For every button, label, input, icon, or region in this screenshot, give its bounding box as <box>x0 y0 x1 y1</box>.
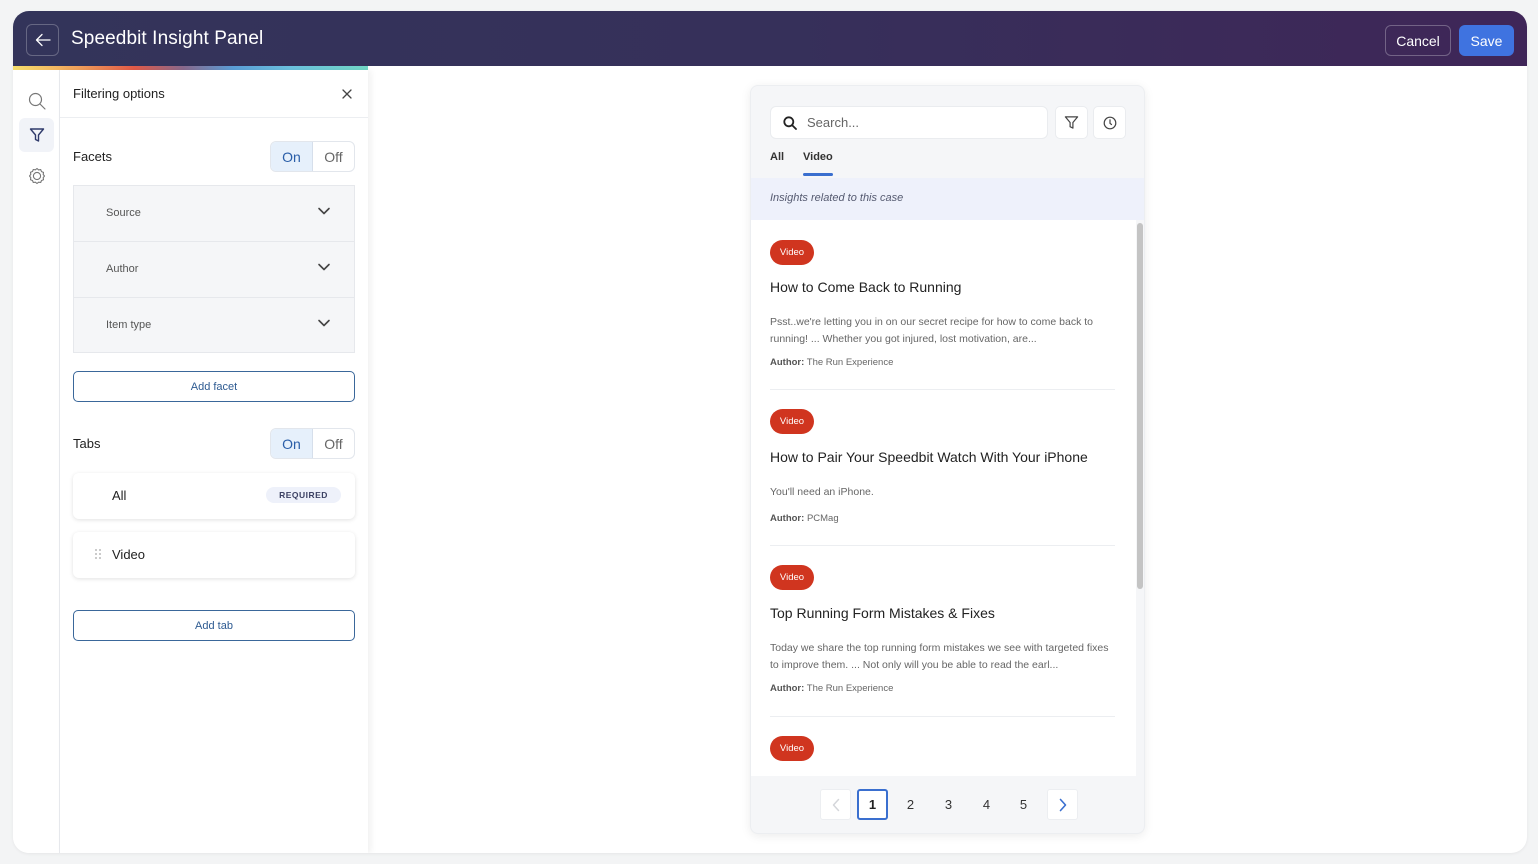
arrow-left-icon <box>35 33 51 47</box>
add-facet-button[interactable]: Add facet <box>73 371 355 402</box>
rail-search-button[interactable] <box>19 84 54 118</box>
search-icon <box>28 92 46 110</box>
tab-card-video[interactable]: Video <box>73 532 355 578</box>
clock-icon <box>1103 116 1116 129</box>
pagination: 1 2 3 4 5 <box>751 776 1144 833</box>
filter-button[interactable] <box>1055 106 1088 139</box>
result-excerpt: Psst..we're letting you in on our secret… <box>770 316 1093 345</box>
cancel-button[interactable]: Cancel <box>1385 25 1451 56</box>
side-rail <box>13 70 60 853</box>
drag-handle-icon[interactable] <box>94 548 102 560</box>
history-button[interactable] <box>1093 106 1126 139</box>
tabs-toggle-off[interactable]: Off <box>313 429 354 458</box>
tabs-toggle: On Off <box>270 428 355 459</box>
search-input[interactable] <box>807 115 1027 130</box>
result-type-badge: Video <box>770 565 814 590</box>
rail-settings-button[interactable] <box>19 159 54 193</box>
result-author: Author: The Run Experience <box>770 357 893 368</box>
previous-page-button[interactable] <box>820 789 851 820</box>
tabs-label: Tabs <box>73 436 101 451</box>
result-type-badge: Video <box>770 240 814 265</box>
gear-icon <box>28 167 45 185</box>
author-label: Author: <box>770 683 805 694</box>
insight-panel-preview: All Video Insights related to this case … <box>750 85 1145 834</box>
author-label: Author: <box>770 513 805 524</box>
facet-item-author[interactable]: Author <box>74 242 354 298</box>
author-label: Author: <box>770 357 805 368</box>
chevron-left-icon <box>832 798 839 811</box>
page-3-button[interactable]: 3 <box>933 789 964 820</box>
add-tab-button[interactable]: Add tab <box>73 610 355 641</box>
context-banner: Insights related to this case <box>751 178 1144 220</box>
result-author: Author: The Run Experience <box>770 683 893 694</box>
result-title-link[interactable]: How to Come Back to Running <box>770 279 961 295</box>
close-panel-button[interactable] <box>340 87 354 101</box>
required-badge: REQUIRED <box>266 487 341 503</box>
facet-label: Item type <box>106 319 152 331</box>
preview-tab-video[interactable]: Video <box>803 151 833 163</box>
results-list: Video How to Come Back to Running Psst..… <box>751 220 1136 776</box>
rail-filter-button[interactable] <box>19 118 54 152</box>
result-title-link[interactable]: Top Running Form Mistakes & Fixes <box>770 605 995 621</box>
facets-toggle-on[interactable]: On <box>271 142 313 171</box>
facets-toggle: On Off <box>270 141 355 172</box>
panel-header: Filtering options <box>60 70 368 118</box>
page-5-button[interactable]: 5 <box>1008 789 1039 820</box>
filtering-options-panel: Filtering options Facets On Off Source A… <box>60 70 368 853</box>
result-divider <box>770 716 1115 717</box>
page-1-button[interactable]: 1 <box>857 789 888 820</box>
tabs-toggle-on[interactable]: On <box>271 429 313 458</box>
result-title-link[interactable]: How to Pair Your Speedbit Watch With You… <box>770 449 1088 465</box>
page-2-button[interactable]: 2 <box>895 789 926 820</box>
page-title: Speedbit Insight Panel <box>71 28 264 49</box>
facet-label: Author <box>106 263 139 275</box>
facet-label: Source <box>106 207 141 219</box>
app-window: Speedbit Insight Panel Cancel Save Filte… <box>13 11 1527 853</box>
facets-toggle-off[interactable]: Off <box>313 142 354 171</box>
back-button[interactable] <box>26 24 59 56</box>
close-icon <box>342 89 352 99</box>
preview-tab-all[interactable]: All <box>770 151 784 163</box>
save-button[interactable]: Save <box>1459 25 1514 56</box>
tab-card-label: Video <box>112 547 146 562</box>
result-author: Author: PCMag <box>770 513 839 524</box>
author-name: PCMag <box>806 513 839 524</box>
result-excerpt: Today we share the top running form mist… <box>770 642 1109 671</box>
facet-list: Source Author Item type <box>73 185 355 353</box>
chevron-down-icon <box>318 263 330 271</box>
page-4-button[interactable]: 4 <box>971 789 1002 820</box>
tab-card-all[interactable]: All REQUIRED <box>73 473 355 519</box>
results-scrollbar[interactable] <box>1137 223 1143 589</box>
chevron-down-icon <box>318 319 330 327</box>
next-page-button[interactable] <box>1047 789 1078 820</box>
author-name: The Run Experience <box>806 357 894 368</box>
active-tab-indicator <box>803 173 833 176</box>
panel-title: Filtering options <box>73 86 165 101</box>
result-type-badge: Video <box>770 409 814 434</box>
filter-icon <box>29 128 44 142</box>
chevron-down-icon <box>318 207 330 215</box>
context-text: Insights related to this case <box>770 192 904 204</box>
facet-item-item-type[interactable]: Item type <box>74 298 354 354</box>
author-name: The Run Experience <box>806 683 894 694</box>
tab-card-label: All <box>112 488 127 503</box>
search-icon <box>783 115 797 130</box>
facets-label: Facets <box>73 149 113 164</box>
result-type-badge: Video <box>770 736 814 761</box>
facet-item-source[interactable]: Source <box>74 186 354 242</box>
filter-icon <box>1064 116 1079 129</box>
app-header: Speedbit Insight Panel Cancel Save <box>13 11 1527 66</box>
search-field[interactable] <box>770 106 1048 139</box>
chevron-right-icon <box>1059 798 1066 811</box>
result-divider <box>770 545 1115 546</box>
result-divider <box>770 389 1115 390</box>
result-excerpt: You'll need an iPhone. <box>770 486 874 498</box>
